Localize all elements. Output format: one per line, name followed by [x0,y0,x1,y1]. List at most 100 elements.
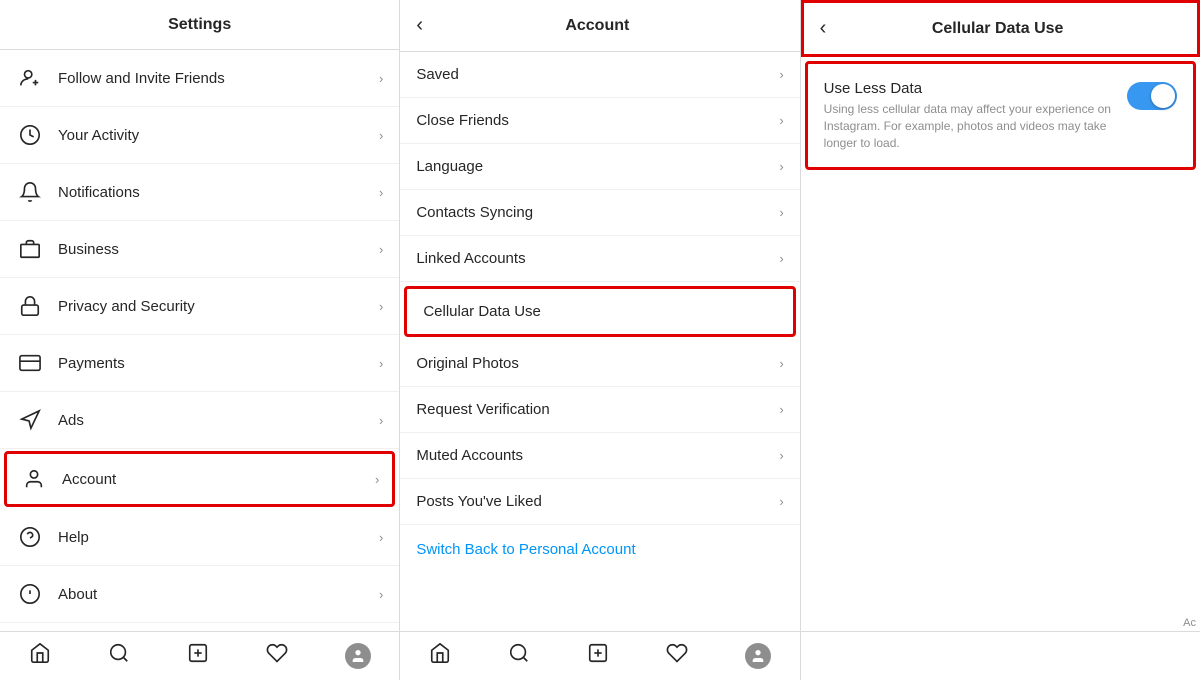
muted-chevron: › [779,448,783,463]
ad-watermark: Ac [1183,617,1196,629]
settings-nav-home-icon[interactable] [29,642,51,670]
settings-nav-search-icon[interactable] [108,642,130,670]
cellular-panel: ‹ Cellular Data Use Use Less Data Using … [801,0,1200,631]
settings-header: Settings [0,0,399,50]
language-chevron: › [779,159,783,174]
activity-chevron: › [379,128,383,143]
follow-icon [16,64,44,92]
cellular-title: Cellular Data Use [814,20,1181,38]
notifications-icon [16,178,44,206]
about-icon [16,580,44,608]
payments-label: Payments [58,355,379,372]
switch-back-container: Switch Back to Personal Account [400,525,799,575]
account-nav-heart-icon[interactable] [666,642,688,670]
account-chevron: › [375,472,379,487]
settings-item-privacy[interactable]: Privacy and Security › [0,278,399,335]
account-item-photos[interactable]: Original Photos › [400,341,799,387]
account-nav-home-icon[interactable] [429,642,451,670]
contacts-chevron: › [779,205,783,220]
account-item-liked[interactable]: Posts You've Liked › [400,479,799,525]
account-title: Account [411,17,784,35]
settings-bottom-nav [0,632,400,680]
notifications-label: Notifications [58,184,379,201]
activity-icon [16,121,44,149]
liked-chevron: › [779,494,783,509]
linked-chevron: › [779,251,783,266]
payments-chevron: › [379,356,383,371]
account-item-muted[interactable]: Muted Accounts › [400,433,799,479]
privacy-icon [16,292,44,320]
help-icon [16,523,44,551]
account-nav-avatar[interactable] [745,643,771,669]
use-less-data-description: Using less cellular data may affect your… [824,101,1115,151]
notifications-chevron: › [379,185,383,200]
follow-chevron: › [379,71,383,86]
settings-item-account[interactable]: Account › [4,451,395,507]
account-icon [20,465,48,493]
liked-label: Posts You've Liked [416,493,779,510]
cellular-bottom-nav [801,632,1200,680]
activity-label: Your Activity [58,127,379,144]
help-label: Help [58,529,379,546]
ads-chevron: › [379,413,383,428]
settings-item-notifications[interactable]: Notifications › [0,164,399,221]
cellular-label: Cellular Data Use [423,303,776,320]
privacy-chevron: › [379,299,383,314]
bottom-navigation [0,631,1200,680]
linked-label: Linked Accounts [416,250,779,267]
close-friends-chevron: › [779,113,783,128]
settings-item-payments[interactable]: Payments › [0,335,399,392]
verification-label: Request Verification [416,401,779,418]
settings-item-business[interactable]: Business › [0,221,399,278]
settings-title: Settings [16,16,383,34]
account-item-cellular[interactable]: Cellular Data Use [404,286,795,337]
settings-item-help[interactable]: Help › [0,509,399,566]
use-less-data-title: Use Less Data [824,80,1115,97]
close-friends-label: Close Friends [416,112,779,129]
cellular-header: ‹ Cellular Data Use [801,0,1200,57]
photos-label: Original Photos [416,355,779,372]
privacy-label: Privacy and Security [58,298,379,315]
account-nav-search-icon[interactable] [508,642,530,670]
business-chevron: › [379,242,383,257]
follow-label: Follow and Invite Friends [58,70,379,87]
settings-nav-add-icon[interactable] [187,642,209,670]
settings-panel: Settings Follow and Invite Friends › [0,0,400,631]
account-item-saved[interactable]: Saved › [400,52,799,98]
settings-item-ads[interactable]: Ads › [0,392,399,449]
account-content: Saved › Close Friends › Language › Conta… [400,52,799,631]
settings-item-activity[interactable]: Your Activity › [0,107,399,164]
saved-chevron: › [779,67,783,82]
cellular-content: Use Less Data Using less cellular data m… [801,57,1200,631]
panels-container: Settings Follow and Invite Friends › [0,0,1200,631]
switch-back-button[interactable]: Switch Back to Personal Account [416,541,635,558]
account-header: ‹ Account [400,0,799,52]
business-label: Business [58,241,379,258]
about-chevron: › [379,587,383,602]
account-item-language[interactable]: Language › [400,144,799,190]
account-nav-add-icon[interactable] [587,642,609,670]
settings-content: Follow and Invite Friends › Your Activit… [0,50,399,631]
about-label: About [58,586,379,603]
language-label: Language [416,158,779,175]
account-item-linked[interactable]: Linked Accounts › [400,236,799,282]
use-less-data-toggle[interactable] [1127,82,1177,110]
contacts-label: Contacts Syncing [416,204,779,221]
verification-chevron: › [779,402,783,417]
use-less-data-content: Use Less Data Using less cellular data m… [824,80,1115,151]
photos-chevron: › [779,356,783,371]
settings-nav-heart-icon[interactable] [266,642,288,670]
logins-section-label: Logins [0,623,399,631]
use-less-data-row: Use Less Data Using less cellular data m… [805,61,1196,170]
ads-label: Ads [58,412,379,429]
account-item-contacts[interactable]: Contacts Syncing › [400,190,799,236]
muted-label: Muted Accounts [416,447,779,464]
settings-item-follow[interactable]: Follow and Invite Friends › [0,50,399,107]
account-item-verification[interactable]: Request Verification › [400,387,799,433]
settings-nav-avatar[interactable] [345,643,371,669]
business-icon [16,235,44,263]
account-label: Account [62,471,375,488]
account-bottom-nav [400,632,800,680]
account-item-close-friends[interactable]: Close Friends › [400,98,799,144]
settings-item-about[interactable]: About › [0,566,399,623]
